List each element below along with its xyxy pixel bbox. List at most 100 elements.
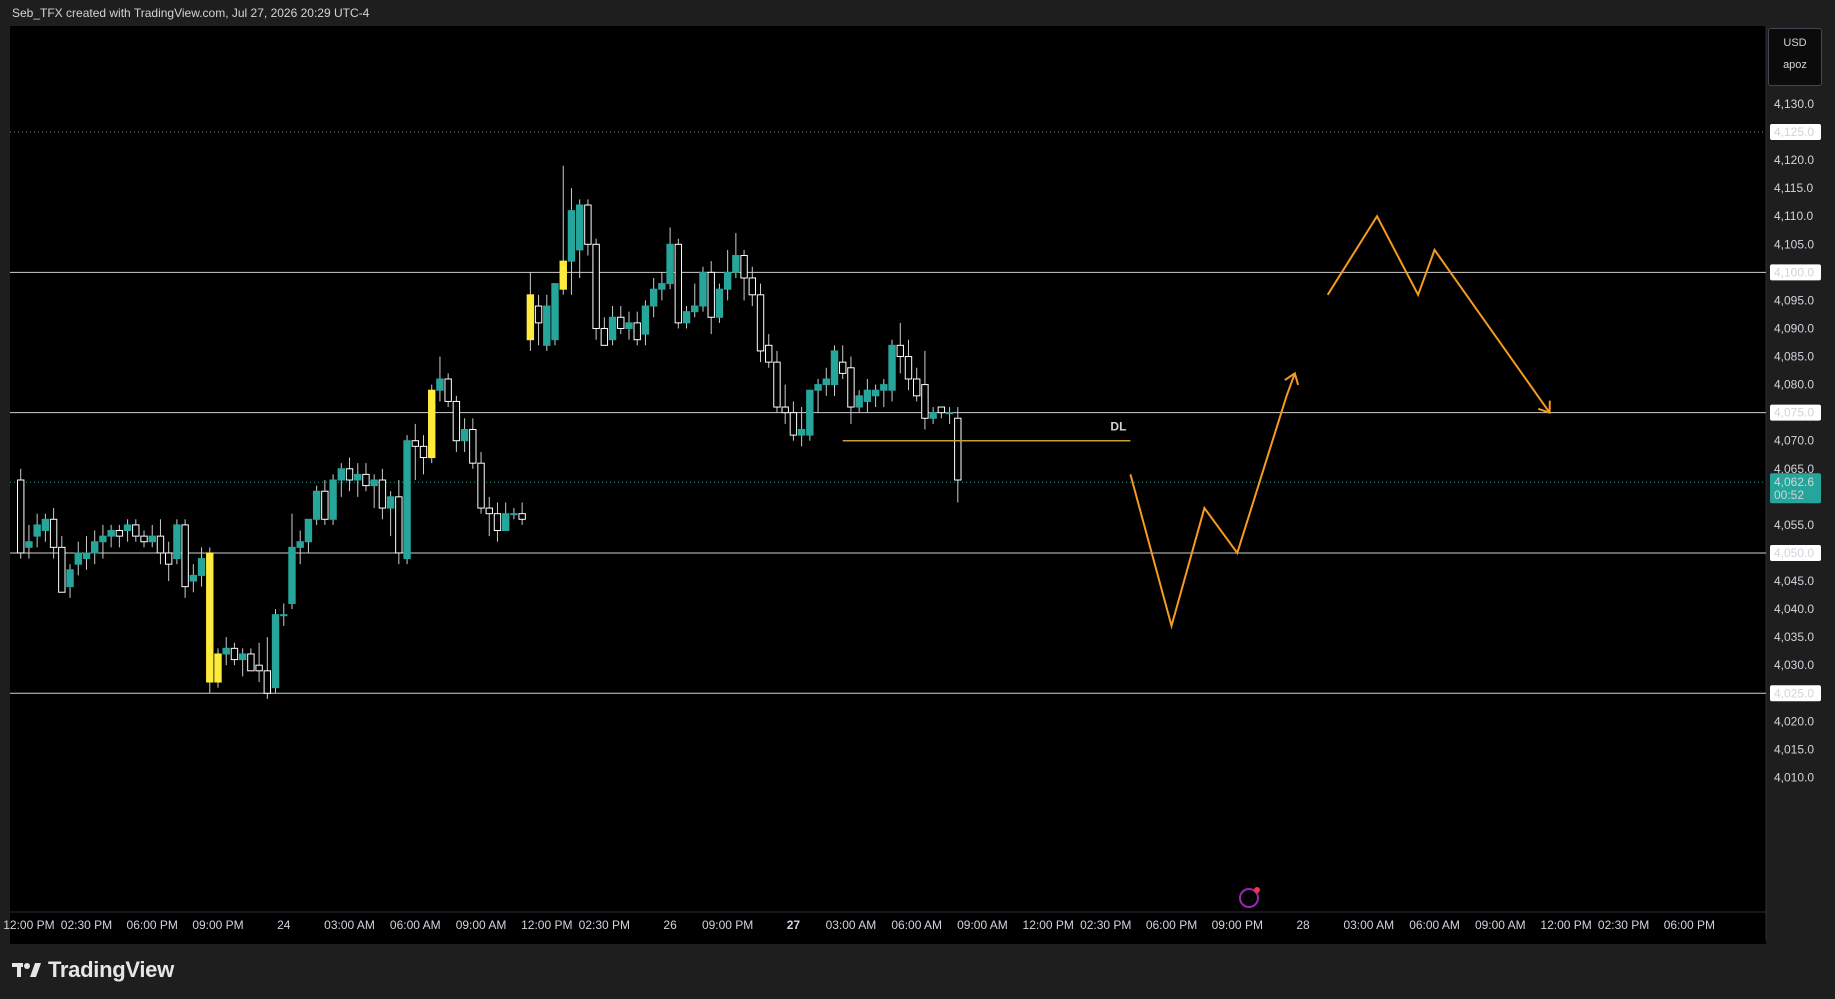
time-tick-label: 24	[277, 918, 291, 932]
candle-body	[312, 490, 321, 520]
price-tick-label: 4,085.0	[1774, 350, 1814, 364]
price-tick-label: 4,055.0	[1774, 518, 1814, 532]
candle-body	[880, 384, 888, 391]
candle-body	[789, 412, 798, 436]
candle-body	[452, 400, 461, 442]
candle-body	[567, 210, 576, 262]
candle-body	[115, 530, 124, 537]
candle-body	[888, 344, 896, 391]
candle-body	[321, 490, 329, 520]
price-tick-label: 4,120.0	[1774, 153, 1814, 167]
candle-body	[444, 378, 452, 402]
candle-body	[214, 653, 222, 683]
time-tick-label: 28	[1296, 918, 1310, 932]
candle-body	[460, 428, 469, 442]
level-label: 4,025.0	[1774, 686, 1814, 700]
candle-body	[666, 243, 674, 285]
brand-name: TradingView	[48, 957, 174, 982]
candle-body	[428, 389, 436, 459]
candle-body	[608, 316, 617, 341]
candle-body	[839, 361, 847, 374]
candle-body	[354, 473, 362, 481]
time-tick-label: 09:00 PM	[192, 918, 243, 932]
candle-body	[765, 344, 773, 363]
level-label: 4,125.0	[1774, 125, 1814, 139]
time-tick-label: 02:30 PM	[579, 918, 630, 932]
candle-body	[238, 653, 247, 661]
candle-body	[419, 445, 428, 459]
candle-body	[17, 479, 25, 554]
candle-body	[551, 283, 559, 341]
candle-body	[732, 255, 740, 273]
candle-body	[271, 614, 280, 689]
candle-body	[370, 479, 378, 487]
candle-body	[173, 524, 181, 560]
candle-body	[222, 647, 230, 655]
candle-body	[82, 552, 91, 560]
time-tick-label: 02:30 PM	[1598, 918, 1649, 932]
candle-body	[896, 344, 904, 358]
candle-body	[148, 535, 156, 543]
lightning-alert-icon[interactable]	[1239, 887, 1260, 908]
candle-body	[559, 260, 567, 290]
candle-body	[715, 288, 724, 318]
price-tick-label: 4,045.0	[1774, 574, 1814, 588]
candle-body	[280, 614, 288, 617]
candle-body	[329, 479, 337, 520]
candle-body	[617, 316, 625, 329]
candle-body	[526, 294, 535, 341]
candle-body	[41, 518, 50, 532]
time-tick-label: 26	[663, 918, 677, 932]
candle-body	[493, 513, 502, 532]
candle-body	[756, 294, 765, 352]
candle-body	[255, 664, 263, 672]
candle-body	[107, 530, 115, 537]
time-tick-label: 12:00 PM	[1023, 918, 1074, 932]
candle-body	[502, 513, 510, 532]
candle-body	[395, 496, 403, 554]
brand[interactable]: TradingView	[12, 957, 174, 983]
price-tick-label: 4,115.0	[1774, 181, 1813, 195]
level-label: 4,050.0	[1774, 546, 1814, 560]
scale-settings-box[interactable]: USD apoz	[1768, 28, 1822, 86]
price-tick-label: 4,130.0	[1774, 97, 1814, 111]
candle-body	[304, 518, 313, 543]
candle-body	[91, 541, 99, 554]
level-label: 4,075.0	[1774, 406, 1814, 420]
candle-body	[575, 204, 584, 251]
candle-body	[658, 283, 666, 290]
price-tick-label: 4,015.0	[1774, 742, 1814, 756]
time-tick-label: 12:00 PM	[3, 918, 54, 932]
candle-body	[247, 653, 255, 672]
candle-body	[33, 524, 41, 537]
price-tick-label: 4,105.0	[1774, 237, 1814, 251]
candle-body	[181, 524, 189, 588]
price-tick-label: 4,035.0	[1774, 630, 1814, 644]
time-tick-label: 03:00 AM	[1343, 918, 1394, 932]
candle-body	[921, 384, 929, 419]
time-tick-label: 12:00 PM	[1540, 918, 1591, 932]
candle-body	[197, 558, 206, 576]
candle-body	[855, 395, 863, 408]
candle-body	[600, 327, 609, 346]
candle-body	[66, 569, 74, 588]
time-tick-label: 02:30 PM	[1080, 918, 1131, 932]
candle-body	[806, 389, 814, 436]
candle-body	[584, 204, 592, 245]
candle-body	[954, 417, 962, 481]
candle-body	[189, 574, 198, 582]
candle-body	[510, 513, 518, 516]
scale-mode-label: apoz	[1783, 59, 1807, 71]
price-tick-label: 4,010.0	[1774, 770, 1814, 784]
price-chart[interactable]: DL 4,130.0 4,125.0 4,120.0 4,115.0 4,110.0 4,1…	[0, 0, 1835, 999]
time-tick-label: 06:00 AM	[390, 918, 441, 932]
candle-body	[641, 305, 650, 335]
price-tick-label: 4,090.0	[1774, 321, 1814, 335]
candle-body	[797, 428, 806, 436]
candle-body	[263, 670, 272, 694]
candle-body	[288, 546, 296, 604]
candle-body	[945, 412, 954, 415]
candle-body	[296, 541, 304, 548]
projection-path-2	[1326, 214, 1551, 414]
candle-body	[633, 322, 641, 341]
